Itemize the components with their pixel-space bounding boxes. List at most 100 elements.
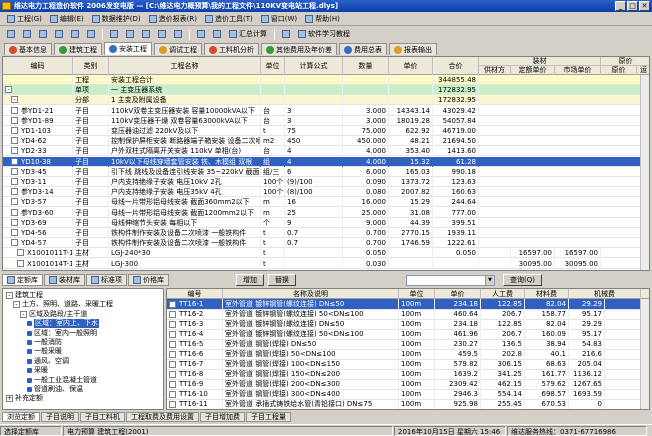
- cell-formula[interactable]: [285, 75, 343, 85]
- tab-6[interactable]: 费用总表: [339, 43, 387, 55]
- cell-name[interactable]: LGJ-300: [109, 258, 261, 269]
- toolbar-button-8[interactable]: [139, 28, 153, 40]
- col-unit[interactable]: 单位: [261, 57, 285, 75]
- cell-price[interactable]: 44.39: [389, 217, 433, 228]
- add-button[interactable]: 增加: [236, 274, 264, 286]
- cell-type[interactable]: 工程: [73, 75, 109, 85]
- cell-qty[interactable]: 3.000: [343, 115, 389, 126]
- cell-qty[interactable]: 3.000: [343, 105, 389, 116]
- cell-code[interactable]: TT16-11: [167, 399, 223, 409]
- col-supplier[interactable]: 供材方: [479, 66, 511, 75]
- table-row[interactable]: YD4-57 子目 铁构件制作安装及设备二次喷漆 一般铁构件 t 0.7 0.700 174…: [3, 238, 649, 249]
- cell-code[interactable]: X1001014T-1: [3, 258, 73, 269]
- cell-price[interactable]: 165.03: [389, 166, 433, 177]
- toolbar-button-11[interactable]: [194, 28, 208, 40]
- cell-price[interactable]: [389, 248, 433, 259]
- cell-qty[interactable]: 0.080: [343, 187, 389, 198]
- cell-qty[interactable]: 450.000: [343, 136, 389, 147]
- detail-tab-3[interactable]: 工程取费及费用设置: [126, 411, 199, 422]
- col-transport[interactable]: 运: [637, 66, 649, 75]
- cell-name[interactable]: 母线一片带形铝母线安装 截面1200mm2以下: [109, 207, 261, 218]
- tab-5[interactable]: 其他费用及年价差: [261, 43, 337, 55]
- tab-3[interactable]: 调试工程: [154, 43, 202, 55]
- cell-formula[interactable]: 16: [285, 197, 343, 208]
- cell-unit[interactable]: t: [261, 238, 285, 249]
- col-original-price[interactable]: 原价: [601, 66, 637, 75]
- col-quota-code[interactable]: 编号: [167, 289, 223, 299]
- cell-name[interactable]: 户内支持绝缘子安装 电压10kV 2孔: [109, 177, 261, 187]
- toolbar-button-3[interactable]: [52, 28, 66, 40]
- cell-qty[interactable]: 4.000: [343, 156, 389, 167]
- close-button[interactable]: ✕: [639, 1, 650, 11]
- cell-formula[interactable]: 6: [285, 166, 343, 177]
- menu-item-6[interactable]: 帮助(H): [302, 13, 343, 25]
- col-total[interactable]: 合价: [433, 57, 479, 75]
- collapse-icon[interactable]: -: [13, 301, 20, 309]
- cell-unit[interactable]: 100个: [261, 177, 285, 187]
- search-button[interactable]: 查询(Q): [503, 274, 542, 286]
- cell-name[interactable]: 引下线 跳线及设备连引线安装 35~220kV 截面: [109, 166, 261, 177]
- detail-tab-4[interactable]: 子目增加费: [200, 411, 245, 422]
- cell-total[interactable]: 1413.60: [433, 146, 479, 157]
- cell-name[interactable]: 母线伸缩节头安装 每相以下: [109, 217, 261, 228]
- table-row[interactable]: TT16-11 室外管道 承插式铸铁给水管(青铅接口) DN≤75 100m 925.…: [167, 399, 649, 409]
- table-row[interactable]: YD3-11 子目 户内支持绝缘子安装 电压10kV 2孔 100个 (9)/100 0.…: [3, 177, 649, 187]
- toolbar-button-1[interactable]: [20, 28, 34, 40]
- cell-unit[interactable]: [261, 95, 285, 106]
- detail-tab-0[interactable]: 浏览定额: [2, 411, 40, 422]
- cell-qty[interactable]: 9.000: [343, 217, 389, 228]
- cell-qty[interactable]: 0.090: [343, 177, 389, 187]
- cell-price[interactable]: 1373.72: [389, 177, 433, 187]
- cell-type[interactable]: 主材: [73, 248, 109, 259]
- cell-mkt_price[interactable]: 16597.00: [555, 248, 601, 259]
- library-tab-1[interactable]: 装材库: [44, 274, 85, 286]
- cell-type[interactable]: 子目: [73, 156, 109, 167]
- library-tab-2[interactable]: 标准项: [86, 274, 127, 286]
- cell-total[interactable]: 990.18: [433, 166, 479, 177]
- tree-node[interactable]: - 土方、照明、道路、采暖工程: [13, 300, 113, 309]
- cell-name[interactable]: 10kV以下母线穿墙套管安装 铁、木模组 双根: [109, 156, 261, 167]
- cell-price[interactable]: 14343.14: [389, 105, 433, 116]
- cell-qty[interactable]: 4.000: [343, 146, 389, 157]
- cell-qty[interactable]: 75.000: [343, 126, 389, 136]
- cell-formula[interactable]: 4: [285, 156, 343, 167]
- cell-total[interactable]: 160.63: [433, 187, 479, 198]
- menu-item-4[interactable]: 造价工具(T): [202, 13, 256, 25]
- maximize-button[interactable]: □: [627, 1, 638, 11]
- cell-price[interactable]: [389, 258, 433, 269]
- menu-item-5[interactable]: 窗口(W): [258, 13, 300, 25]
- cell-name[interactable]: LGJ-240*30: [109, 248, 261, 259]
- cell-total[interactable]: 172832.95: [433, 95, 479, 106]
- cell-unit[interactable]: 台: [261, 115, 285, 126]
- cell-price[interactable]: 353.40: [389, 146, 433, 157]
- col-code[interactable]: 编码: [3, 57, 73, 75]
- cell-name[interactable]: 安装工程合计: [109, 75, 261, 85]
- cell-unit[interactable]: 组: [261, 156, 285, 167]
- cell-type[interactable]: 子目: [73, 166, 109, 177]
- cell-price[interactable]: 622.92: [389, 126, 433, 136]
- cell-type[interactable]: 子目: [73, 115, 109, 126]
- toolbar-button-13[interactable]: 汇总计算: [226, 28, 270, 40]
- table-row[interactable]: YD4-62 子目 控制保护屏柜安装 断路器端子箱安装 设备二次喷漆 m2 450 450…: [3, 136, 649, 147]
- cell-formula[interactable]: [285, 95, 343, 106]
- cell-code[interactable]: [3, 85, 73, 96]
- cell-type[interactable]: 子目: [73, 146, 109, 157]
- col-formula[interactable]: 计算公式: [285, 57, 343, 75]
- cell-price[interactable]: 48.21: [389, 136, 433, 147]
- cell-formula[interactable]: [285, 258, 343, 269]
- cell-price[interactable]: [389, 85, 433, 96]
- cell-name[interactable]: 110kV双卷主变压器安装 容量10000kVA以下: [109, 105, 261, 116]
- col-quota-unit[interactable]: 单位: [399, 289, 435, 299]
- quota-grid-scrollbar[interactable]: [640, 299, 649, 409]
- cell-name[interactable]: 室外管道 承插式铸铁给水管(青铅接口) DN≤75: [223, 399, 399, 409]
- table-row[interactable]: YD10-38 子目 10kV以下母线穿墙套管安装 铁、木模组 双根组 4 4.000 1…: [3, 156, 649, 167]
- cell-name[interactable]: 铁构件制作安装及设备二次喷漆 一般铁构件: [109, 228, 261, 238]
- tree-node[interactable]: 一般采暖: [27, 347, 62, 356]
- cell-name[interactable]: 控制保护屏柜安装 断路器端子箱安装 设备二次喷漆: [109, 136, 261, 147]
- toolbar-button-14[interactable]: [279, 28, 293, 40]
- cell-supplier[interactable]: [479, 258, 511, 269]
- cell-qty[interactable]: [343, 95, 389, 106]
- cell-qty[interactable]: [343, 75, 389, 85]
- cell-total[interactable]: 123.63: [433, 177, 479, 187]
- tree-node[interactable]: - 建筑工程: [6, 291, 43, 300]
